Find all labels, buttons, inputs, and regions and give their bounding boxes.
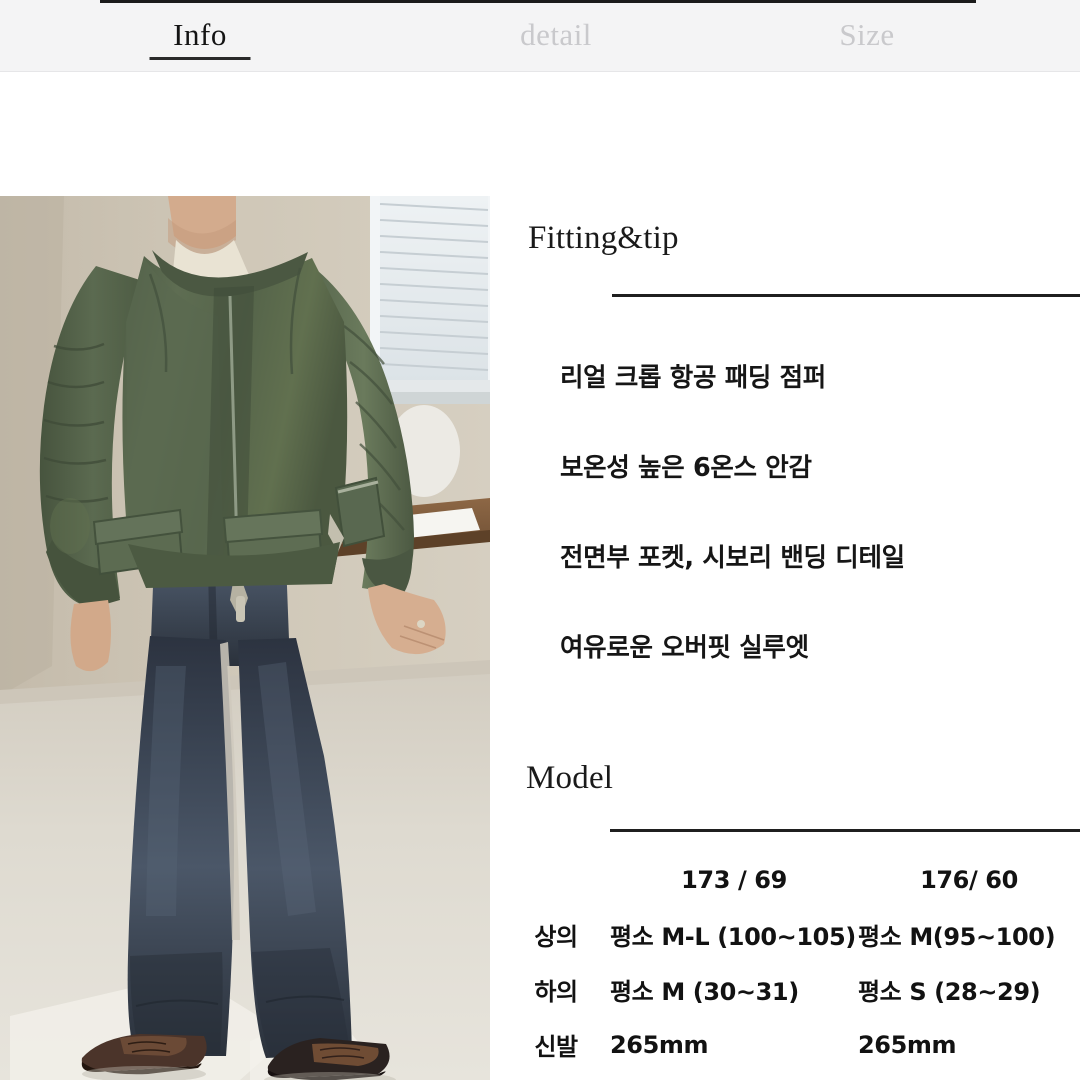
tab-info-label: Info <box>173 17 227 52</box>
fitting-tip-heading: Fitting&tip <box>528 220 679 256</box>
tab-active-underline <box>149 57 251 60</box>
product-info-column: Fitting&tip 리얼 크롭 항공 패딩 점퍼 보온성 높은 6온스 안감… <box>490 72 1080 1080</box>
model-row-value-b: 265mm <box>858 1030 957 1059</box>
tab-info[interactable]: Info <box>0 0 400 71</box>
model-row-value-a: 평소 M-L (100~105) <box>610 923 856 951</box>
model-row-value-b: 평소 S (28~29) <box>858 978 1041 1006</box>
model-col-blank-header <box>502 852 610 907</box>
model-rule <box>610 829 1080 832</box>
model-size-table: 173 / 69 176/ 60 상의 평소 M-L (100~105) 평소 … <box>502 852 1080 1072</box>
model-row-value-a: 평소 M (30~31) <box>610 978 799 1006</box>
fitting-tip-item: 전면부 포켓, 시보리 밴딩 디테일 <box>560 543 905 573</box>
model-row-label: 상의 <box>534 923 578 951</box>
fitting-tip-item: 보온성 높은 6온스 안감 <box>560 453 812 483</box>
tab-list: Info detail Size <box>0 0 1080 71</box>
table-row: 상의 평소 M-L (100~105) 평소 M(95~100) <box>502 907 1080 962</box>
tab-bar: Info detail Size <box>0 0 1080 72</box>
tab-size[interactable]: Size <box>712 0 1022 71</box>
model-heading: Model <box>526 760 614 796</box>
table-row: 하의 평소 M (30~31) 평소 S (28~29) <box>502 962 1080 1017</box>
tab-detail-label: detail <box>520 17 592 52</box>
model-col-b-header: 176/ 60 <box>920 865 1018 894</box>
model-row-value-b: 평소 M(95~100) <box>858 923 1056 951</box>
table-header-row: 173 / 69 176/ 60 <box>502 852 1080 907</box>
product-photo-image <box>0 196 490 1080</box>
product-photo <box>0 196 490 1080</box>
tab-size-label: Size <box>839 17 895 52</box>
fitting-tip-item: 리얼 크롭 항공 패딩 점퍼 <box>560 363 826 393</box>
model-row-label: 하의 <box>534 978 578 1006</box>
table-row: 신발 265mm 265mm <box>502 1017 1080 1072</box>
fitting-tip-list: 리얼 크롭 항공 패딩 점퍼 보온성 높은 6온스 안감 전면부 포켓, 시보리… <box>560 363 1080 726</box>
model-row-value-a: 265mm <box>610 1030 709 1059</box>
model-table-body: 상의 평소 M-L (100~105) 평소 M(95~100) 하의 평소 M… <box>502 907 1080 1072</box>
tab-detail[interactable]: detail <box>400 0 712 71</box>
model-table-head: 173 / 69 176/ 60 <box>502 852 1080 907</box>
fitting-tip-rule <box>612 294 1080 297</box>
model-col-a-header: 173 / 69 <box>681 865 787 894</box>
model-row-label: 신발 <box>534 1033 578 1061</box>
product-detail-content: Fitting&tip 리얼 크롭 항공 패딩 점퍼 보온성 높은 6온스 안감… <box>0 72 1080 1080</box>
fitting-tip-item: 여유로운 오버핏 실루엣 <box>560 633 809 663</box>
